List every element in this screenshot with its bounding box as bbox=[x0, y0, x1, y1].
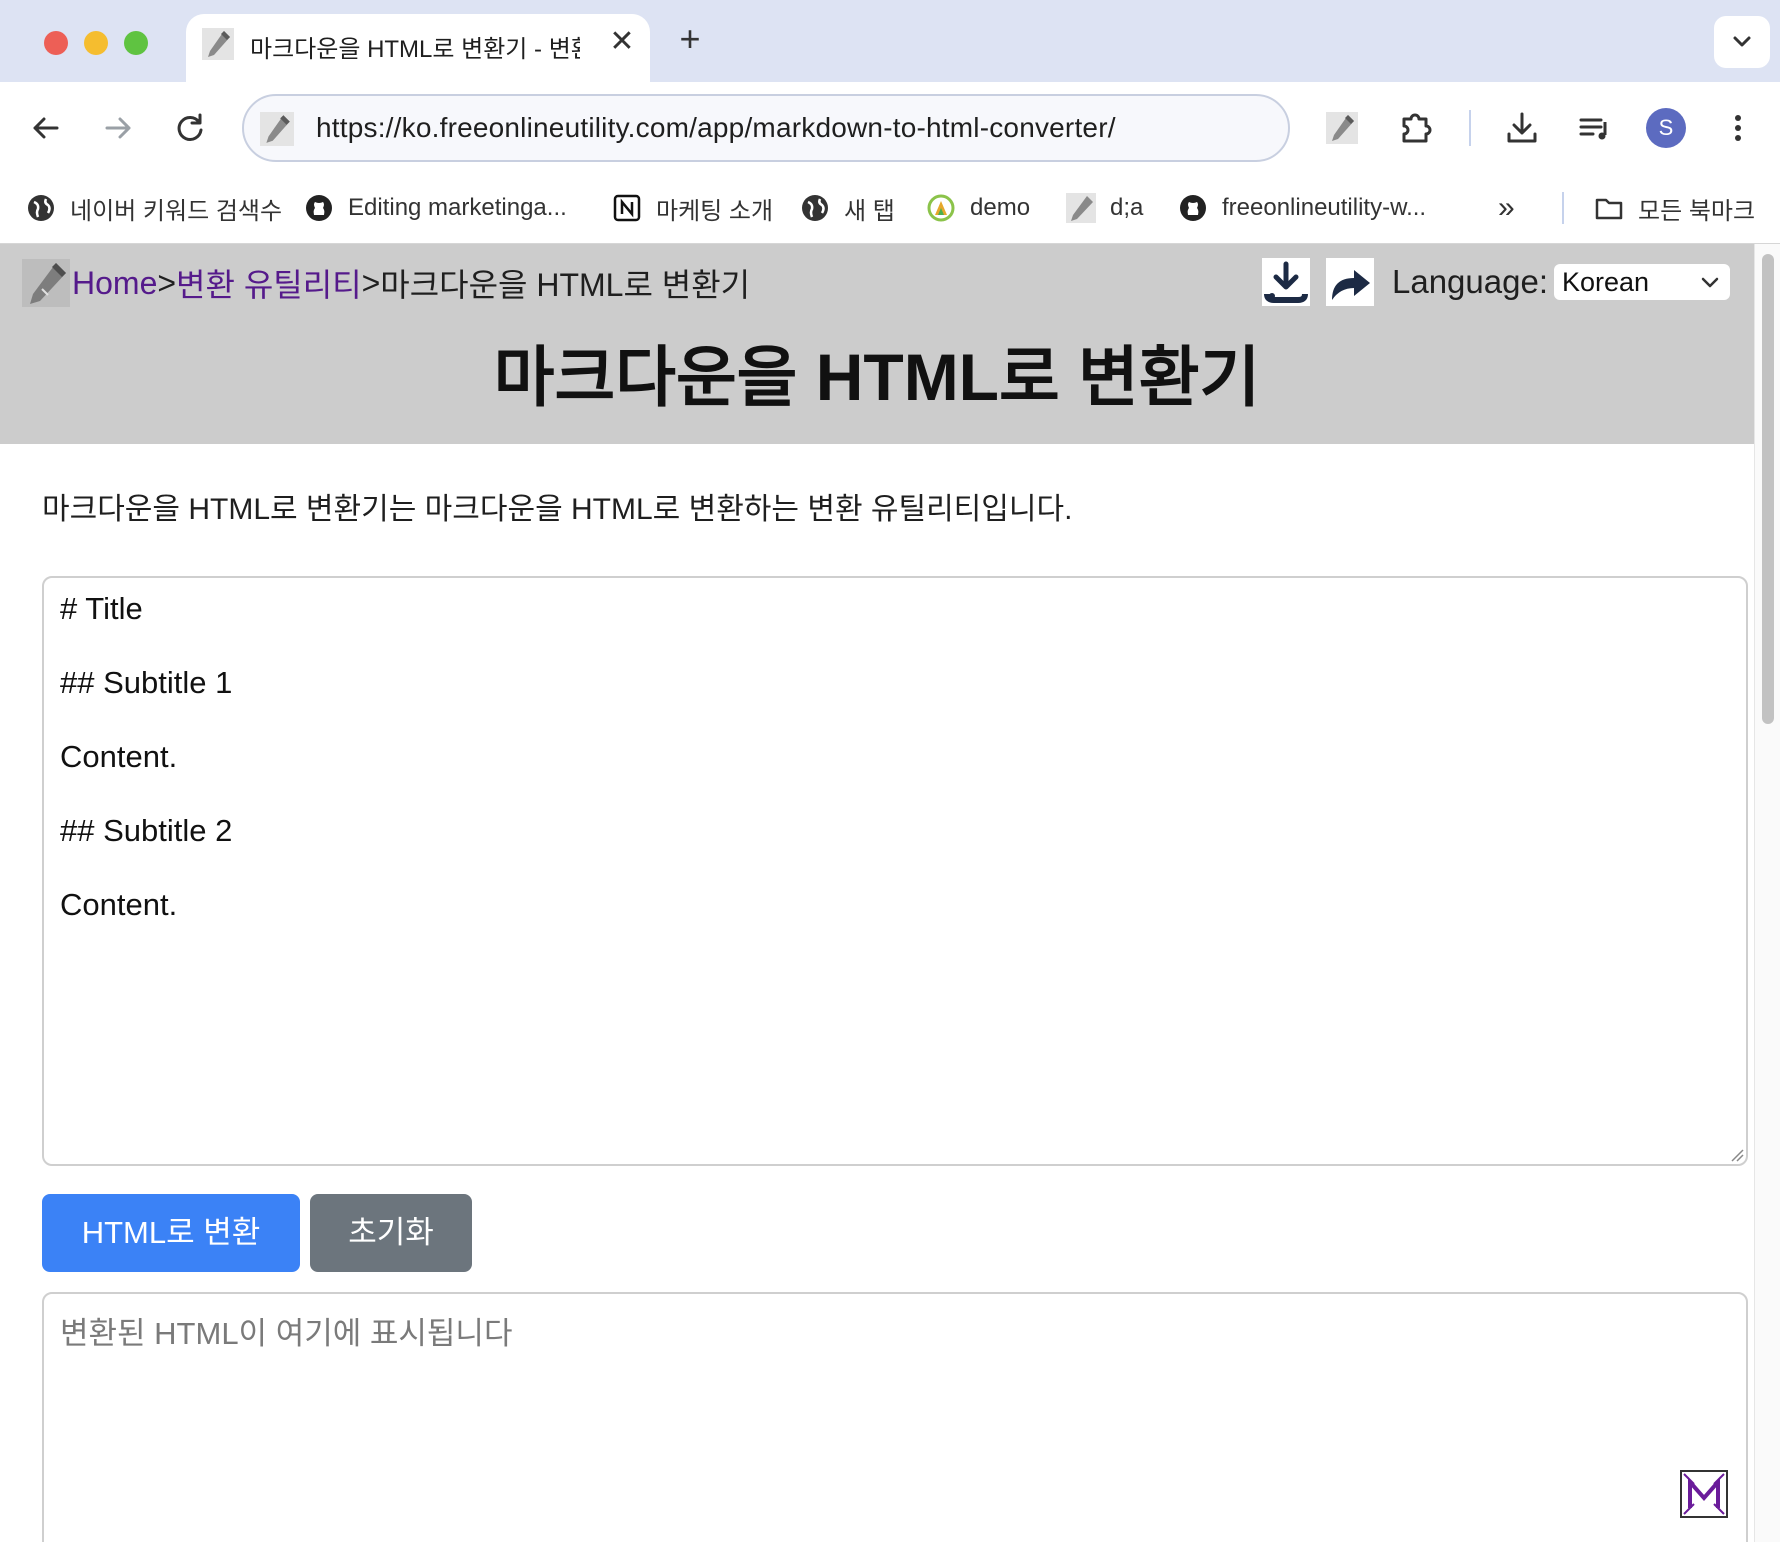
bookmark-label: d;a bbox=[1110, 194, 1144, 221]
tab-title: 마크다운을 HTML로 변환기 - 변환 bbox=[250, 36, 580, 63]
github-icon bbox=[306, 195, 332, 221]
wrench-icon bbox=[1066, 193, 1096, 223]
extensions-puzzle-icon[interactable] bbox=[1390, 102, 1442, 154]
convert-to-html-button[interactable]: HTML로 변환 bbox=[42, 1194, 300, 1272]
bookmark-label: Editing marketinga... bbox=[348, 194, 567, 221]
output-placeholder: 변환된 HTML이 여기에 표시됩니다 bbox=[60, 1316, 513, 1351]
download-icon[interactable] bbox=[1496, 102, 1548, 154]
bookmark-item[interactable]: Editing marketinga... bbox=[304, 188, 567, 228]
notion-icon bbox=[613, 194, 641, 222]
tool-description: 마크다운을 HTML로 변환기는 마크다운을 HTML로 변환하는 변환 유틸리… bbox=[42, 493, 1073, 526]
bookmarks-bar: 네이버 키워드 검색수 Editing marketinga... 마케팅 소개… bbox=[0, 174, 1780, 244]
tab-search-button[interactable] bbox=[1714, 16, 1770, 68]
app-icon bbox=[927, 194, 955, 222]
window-minimize-button[interactable] bbox=[84, 31, 108, 55]
globe-icon bbox=[28, 195, 54, 221]
resize-handle-icon[interactable] bbox=[1728, 1146, 1744, 1162]
breadcrumb-home-link[interactable]: Home bbox=[72, 265, 157, 302]
share-arrow-icon[interactable] bbox=[1326, 258, 1374, 306]
back-arrow-icon[interactable] bbox=[20, 102, 72, 154]
download-icon[interactable] bbox=[1262, 258, 1310, 306]
all-bookmarks-label: 모든 북마크 bbox=[1638, 197, 1756, 225]
bookmark-item[interactable]: d;a bbox=[1066, 188, 1143, 228]
bookmark-label: freeonlineutility-w... bbox=[1222, 194, 1427, 221]
bookmark-item[interactable]: freeonlineutility-w... bbox=[1178, 188, 1426, 228]
browser-chrome: 마크다운을 HTML로 변환기 - 변환 ✕ + https://ko.free… bbox=[0, 0, 1780, 244]
language-selected-value: Korean bbox=[1562, 267, 1650, 297]
site-header: Home > 변환 유틸리티 > 마크다운을 HTML로 변환기 Languag… bbox=[0, 244, 1754, 444]
wrench-extension-icon[interactable] bbox=[1316, 102, 1368, 154]
reset-button[interactable]: 초기화 bbox=[310, 1194, 472, 1272]
bookmark-item[interactable]: 새 탭 bbox=[800, 188, 895, 228]
url-text: https://ko.freeonlineutility.com/app/mar… bbox=[316, 112, 1116, 143]
tab-close-icon[interactable]: ✕ bbox=[604, 24, 640, 60]
bookmarks-overflow-button[interactable]: » bbox=[1498, 188, 1515, 228]
wrench-logo-icon[interactable] bbox=[22, 259, 70, 307]
bookmark-label: demo bbox=[970, 194, 1031, 221]
window-zoom-button[interactable] bbox=[124, 31, 148, 55]
all-bookmarks-button[interactable]: 모든 북마크 bbox=[1594, 188, 1755, 228]
new-tab-button[interactable]: + bbox=[672, 21, 708, 58]
folder-icon bbox=[1595, 198, 1623, 220]
bookmark-label: 마케팅 소개 bbox=[656, 197, 774, 225]
breadcrumb-category-link[interactable]: 변환 유틸리티 bbox=[176, 260, 362, 306]
bookmark-item[interactable]: 마케팅 소개 bbox=[612, 188, 773, 228]
bookmark-label: 새 탭 bbox=[844, 197, 895, 225]
address-bar[interactable]: https://ko.freeonlineutility.com/app/mar… bbox=[242, 94, 1290, 162]
chevron-down-icon bbox=[1733, 36, 1751, 47]
breadcrumb-separator: > bbox=[157, 264, 177, 301]
language-select[interactable]: Korean bbox=[1554, 264, 1730, 300]
more-vert-icon[interactable] bbox=[1712, 102, 1764, 154]
window-close-button[interactable] bbox=[44, 31, 68, 55]
browser-toolbar: https://ko.freeonlineutility.com/app/mar… bbox=[0, 82, 1780, 174]
wrench-icon bbox=[260, 112, 294, 146]
scrollbar-thumb[interactable] bbox=[1762, 254, 1774, 724]
page-viewport: Home > 변환 유틸리티 > 마크다운을 HTML로 변환기 Languag… bbox=[0, 244, 1754, 1542]
bookmark-label: 네이버 키워드 검색수 bbox=[70, 197, 283, 225]
breadcrumb-separator: > bbox=[361, 264, 381, 301]
breadcrumb: Home > 변환 유틸리티 > 마크다운을 HTML로 변환기 bbox=[22, 258, 750, 308]
tab-strip: 마크다운을 HTML로 변환기 - 변환 ✕ + bbox=[0, 0, 1780, 82]
bookmark-item[interactable]: demo bbox=[926, 188, 1030, 228]
bookmark-item[interactable]: 네이버 키워드 검색수 bbox=[26, 188, 282, 228]
profile-avatar[interactable]: S bbox=[1646, 108, 1686, 148]
page-scrollbar[interactable] bbox=[1754, 244, 1780, 1542]
reload-icon[interactable] bbox=[164, 102, 216, 154]
bookmarks-divider bbox=[1562, 192, 1564, 224]
chevron-down-icon bbox=[1700, 264, 1720, 312]
html-output-area[interactable]: 변환된 HTML이 여기에 표시됩니다 bbox=[42, 1292, 1748, 1542]
site-badge-icon[interactable] bbox=[1680, 1470, 1728, 1518]
media-playlist-icon[interactable] bbox=[1568, 102, 1620, 154]
breadcrumb-current: 마크다운을 HTML로 변환기 bbox=[380, 267, 751, 303]
globe-icon bbox=[802, 195, 828, 221]
active-tab[interactable]: 마크다운을 HTML로 변환기 - 변환 ✕ bbox=[186, 14, 650, 82]
page-title: 마크다운을 HTML로 변환기 bbox=[493, 340, 1261, 414]
toolbar-divider bbox=[1469, 110, 1471, 146]
github-icon bbox=[1180, 195, 1206, 221]
forward-arrow-icon[interactable] bbox=[92, 102, 144, 154]
markdown-input[interactable]: # Title ## Subtitle 1 Content. ## Subtit… bbox=[42, 576, 1748, 1166]
language-label: Language: bbox=[1392, 263, 1548, 300]
wrench-icon bbox=[202, 28, 234, 60]
